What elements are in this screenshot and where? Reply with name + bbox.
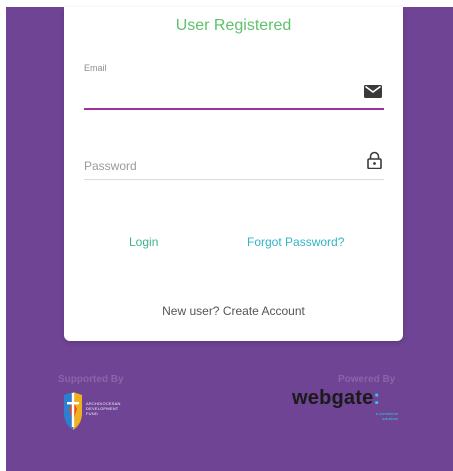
envelope-icon — [364, 85, 382, 103]
sponsor-logo: ARCHDIOCESAN DEVELOPMENT FUND — [62, 391, 152, 431]
login-card: User Registered Email Login Forgot Passw… — [64, 7, 403, 341]
sponsor-logo-text: ARCHDIOCESAN DEVELOPMENT FUND — [86, 401, 121, 416]
supported-by-label: Supported By — [58, 374, 124, 385]
provider-logo: webgate: e-commerce solutions — [292, 387, 404, 427]
email-input[interactable] — [84, 90, 354, 104]
status-message: User Registered — [175, 17, 292, 34]
password-input[interactable] — [84, 159, 354, 173]
cross-emblem-icon — [64, 392, 82, 430]
email-label: Email — [84, 63, 107, 73]
password-field[interactable] — [84, 147, 384, 180]
login-screen: User Registered Email Login Forgot Passw… — [6, 7, 453, 471]
provider-logo-wordmark: webgate: — [292, 387, 381, 409]
provider-logo-tagline: e-commerce solutions — [375, 411, 398, 421]
email-field[interactable]: Email — [84, 63, 384, 110]
forgot-password-link[interactable]: Forgot Password? — [247, 235, 344, 249]
create-account-link[interactable]: New user? Create Account — [64, 304, 403, 318]
login-link[interactable]: Login — [129, 235, 158, 249]
powered-by-label: Powered By — [338, 374, 396, 385]
lock-icon — [367, 151, 382, 174]
